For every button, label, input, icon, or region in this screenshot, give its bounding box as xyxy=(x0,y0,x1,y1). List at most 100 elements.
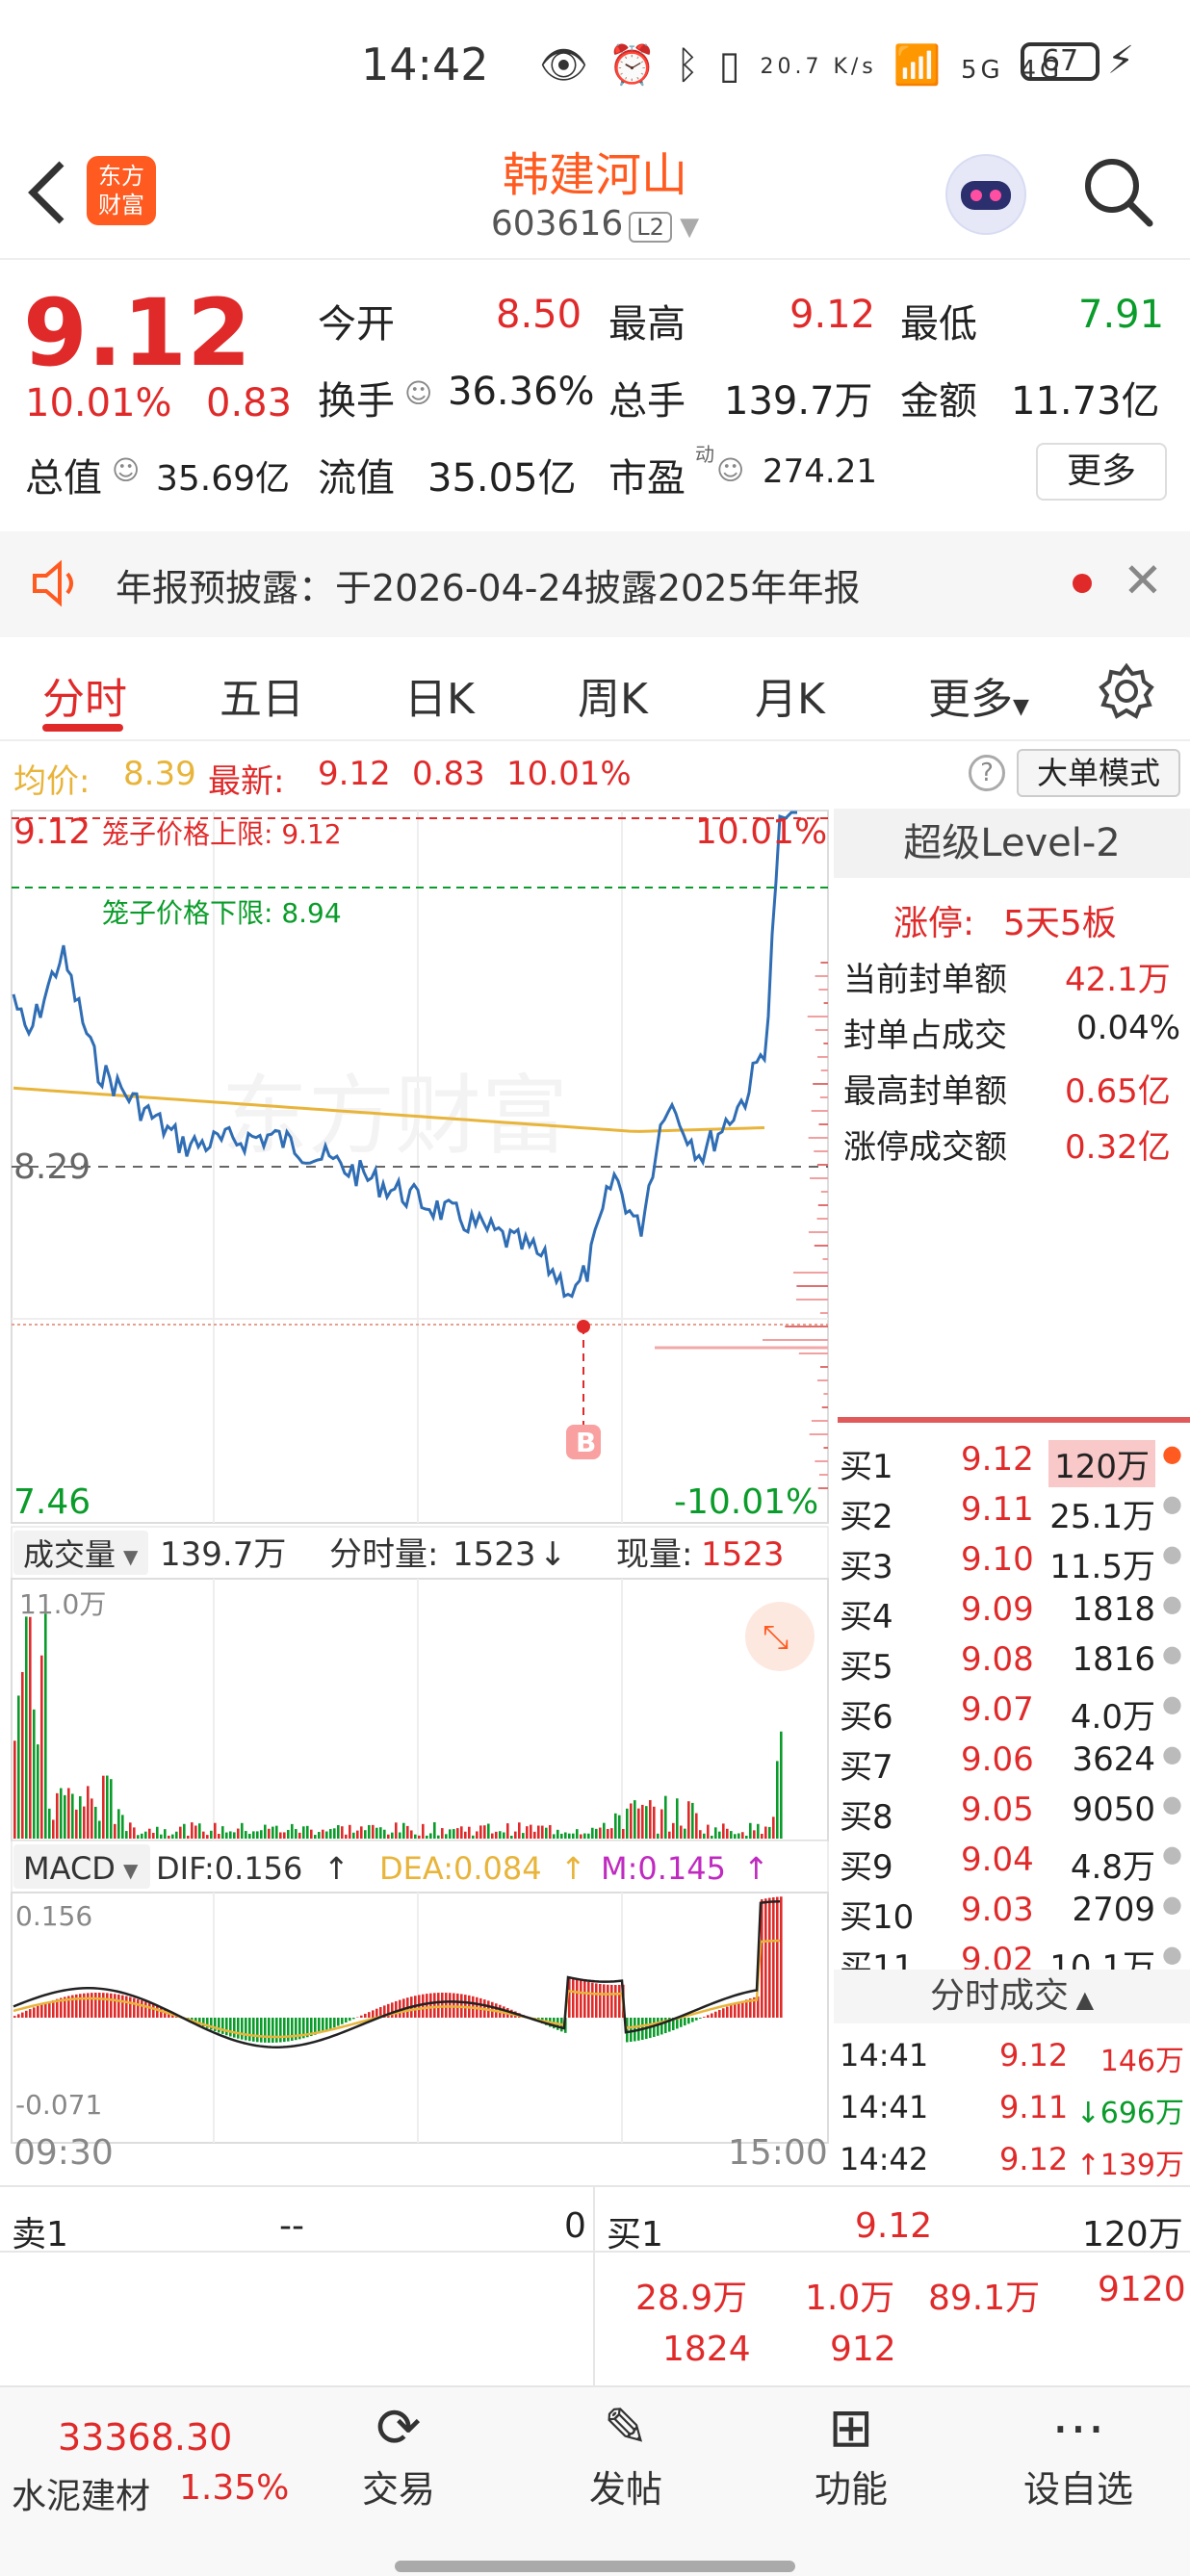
bid-row[interactable]: 买1 9.12 120万 ● xyxy=(834,1434,1190,1487)
bid-row[interactable]: 买5 9.08 1816 ● xyxy=(834,1635,1190,1687)
more-button[interactable]: 更多 xyxy=(1036,443,1167,501)
pe-label: 市盈 xyxy=(608,456,686,501)
tab-week-k[interactable]: 周K xyxy=(578,664,648,726)
bid-price: 9.02 xyxy=(961,1941,1034,1970)
volume-bar xyxy=(256,1831,259,1839)
volume-bar xyxy=(322,1829,324,1839)
tick-time: 14:41 xyxy=(840,2089,929,2125)
volume-bar xyxy=(441,1828,444,1839)
tab-more[interactable]: 更多▼ xyxy=(928,664,1029,726)
macd-bar xyxy=(426,1994,428,2018)
notice-text: 年报预披露：于2026-04-24披露2025年年报 xyxy=(116,567,861,609)
volume-bar xyxy=(194,1825,197,1839)
volume-bar xyxy=(607,1828,609,1839)
bid-row[interactable]: 买11 9.02 10.1万 ● xyxy=(834,1935,1190,1970)
macd-bar xyxy=(372,2010,375,2018)
nav-functions[interactable]: ⊞ 功能 xyxy=(764,2397,938,2512)
tab-day-k[interactable]: 日K xyxy=(404,664,475,726)
macd-bar xyxy=(726,2006,729,2018)
tick-time: 14:41 xyxy=(840,2037,929,2074)
sell1-label: 卖1 xyxy=(12,2215,68,2254)
bid-price: 9.08 xyxy=(961,1640,1034,1679)
macd-bar xyxy=(17,2014,20,2018)
notice-bar[interactable]: 年报预披露：于2026-04-24披露2025年年报 ✕ xyxy=(0,531,1190,637)
expand-icon: ⤡ xyxy=(763,1618,789,1657)
macd-bar xyxy=(33,2007,36,2018)
volume-bar xyxy=(75,1809,78,1839)
level-badge: L2 xyxy=(629,212,672,243)
intraday-chart[interactable]: 东方财富 B 9.12 笼子价格上限: 9.12 笼子价格下限: 8.94 10… xyxy=(10,809,830,2176)
macd-bar xyxy=(233,2018,236,2038)
help-icon[interactable]: ? xyxy=(969,755,1005,791)
buy1-volume: 120万 xyxy=(1082,2215,1183,2254)
volume-bar xyxy=(726,1828,729,1839)
tab-five-day[interactable]: 五日 xyxy=(220,664,304,726)
close-icon[interactable]: ✕ xyxy=(1123,553,1163,608)
macd-bar xyxy=(780,1896,783,2018)
tick-panel-header[interactable]: 分时成交 ▲ xyxy=(834,1970,1190,2023)
limit-label: 涨停: xyxy=(893,904,975,943)
bid-row[interactable]: 买4 9.09 1818 ● xyxy=(834,1584,1190,1636)
volume-bar xyxy=(734,1834,737,1839)
bid-row[interactable]: 买2 9.11 25.1万 ● xyxy=(834,1484,1190,1536)
volume-bar xyxy=(364,1830,367,1839)
volume-bar xyxy=(568,1833,571,1839)
sector-name[interactable]: 水泥建材 xyxy=(12,2468,150,2518)
volume-bar xyxy=(741,1832,744,1839)
volume-bar xyxy=(560,1833,563,1839)
volume-bar xyxy=(144,1831,147,1839)
macd-bar xyxy=(40,2004,43,2018)
tick-panel[interactable]: 分时成交 ▲ 14:41 9.12 146万 14:41 9.11 ↓696万 14:42 9… xyxy=(834,1970,1190,2191)
volume-bar xyxy=(757,1823,760,1839)
volume-bar xyxy=(626,1808,629,1839)
tab-intraday[interactable]: 分时 xyxy=(42,664,127,726)
search-button[interactable] xyxy=(1080,154,1155,229)
bid-dot-icon: ● xyxy=(1162,1490,1182,1517)
bid-volume: 1816 xyxy=(1072,1640,1155,1679)
macd-bar xyxy=(94,1993,97,2018)
macd-bar xyxy=(87,1993,90,2018)
nav-trade[interactable]: ⟳ 交易 xyxy=(312,2397,485,2512)
volume-bar xyxy=(518,1822,521,1839)
tab-month-k[interactable]: 月K xyxy=(755,664,825,726)
bid-row[interactable]: 买10 9.03 2709 ● xyxy=(834,1885,1190,1937)
bid-row[interactable]: 买3 9.10 11.5万 ● xyxy=(834,1534,1190,1586)
queue-item: 1.0万 xyxy=(805,2279,895,2318)
macd-bar xyxy=(272,2018,274,2043)
volume-bar xyxy=(711,1835,713,1839)
home-indicator[interactable] xyxy=(395,2561,795,2572)
big-order-mode-button[interactable]: 大单模式 xyxy=(1017,749,1180,797)
amount-label: 金额 xyxy=(900,379,977,424)
bid-label: 买4 xyxy=(840,1598,893,1636)
bid-row[interactable]: 买7 9.06 3624 ● xyxy=(834,1735,1190,1787)
bottom-book: 卖1 -- 0 买1 9.12 120万 28.9万 1.0万 89.1万 91… xyxy=(0,2185,1190,2385)
volume-bar xyxy=(426,1835,428,1839)
macd-bar xyxy=(441,1993,444,2018)
max-seal-value: 0.65亿 xyxy=(1065,1072,1171,1111)
macd-bar xyxy=(630,2018,633,2043)
volume-bar xyxy=(133,1827,136,1839)
bid-row[interactable]: 买9 9.04 4.8万 ● xyxy=(834,1835,1190,1887)
volume-bar xyxy=(160,1834,163,1839)
volume-bar xyxy=(137,1835,140,1839)
macd-bar xyxy=(583,1980,586,2018)
bid-label: 买9 xyxy=(840,1848,893,1887)
volume-bar xyxy=(345,1834,348,1839)
sector-index[interactable]: 33368.30 xyxy=(58,2416,232,2459)
level2-title[interactable]: 超级Level-2 xyxy=(834,809,1190,878)
macd-bar xyxy=(618,1984,621,2018)
macd-bar xyxy=(245,2018,247,2041)
bid-row[interactable]: 买6 9.07 4.0万 ● xyxy=(834,1685,1190,1737)
volume-bar xyxy=(210,1830,213,1839)
macd-bar xyxy=(772,1896,775,2018)
volume-bar xyxy=(418,1835,421,1839)
limit-turnover-value: 0.32亿 xyxy=(1065,1128,1171,1167)
settings-button[interactable] xyxy=(1098,662,1155,724)
assistant-avatar[interactable] xyxy=(945,154,1026,235)
nav-add-watchlist[interactable]: ⋯ 设自选 xyxy=(992,2397,1165,2512)
nav-post[interactable]: ✎ 发帖 xyxy=(539,2397,712,2512)
bid-book[interactable]: 买1 9.12 120万 ● 买2 9.11 25.1万 ● 买3 9.10 11.5万 ● 买4 9.0… xyxy=(834,1434,1190,1970)
bid-row[interactable]: 买8 9.05 9050 ● xyxy=(834,1785,1190,1837)
macd-bar xyxy=(711,2013,713,2018)
volume-value: 139.7万 xyxy=(724,379,873,424)
